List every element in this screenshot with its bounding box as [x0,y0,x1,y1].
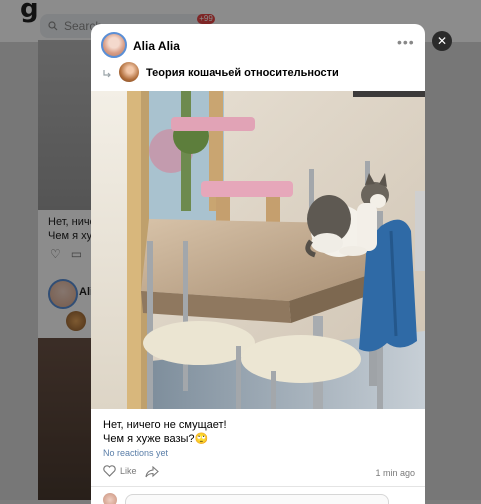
comment-row [91,490,425,504]
post-text-line2: Чем я хуже вазы?🙄 [103,433,209,445]
repost-row: Теория кошачьей относительности [91,62,425,90]
repost-icon [102,67,113,81]
post-actions: Like 1 min ago [103,465,415,481]
share-button[interactable] [145,465,159,483]
like-label: Like [120,466,137,476]
group-avatar[interactable] [119,62,139,82]
share-icon [145,465,159,478]
close-icon: ✕ [436,34,448,48]
post-modal: Alia Alia ••• Теория кошачьей относитель… [91,24,425,504]
like-button[interactable]: Like [103,465,137,477]
post-text-line1: Нет, ничего не смущает! [103,419,227,431]
divider [91,486,425,487]
reactions-summary[interactable]: No reactions yet [103,448,168,458]
more-icon[interactable]: ••• [397,34,415,50]
close-button[interactable]: ✕ [432,31,452,51]
heart-icon [103,465,116,477]
post-timestamp: 1 min ago [375,468,415,478]
avatar[interactable] [101,32,127,58]
cat-on-table-photo [91,91,425,409]
comment-input[interactable] [125,494,389,504]
post-text: Нет, ничего не смущает! Чем я хуже вазы?… [103,418,227,446]
post-photo[interactable] [91,91,425,409]
avatar [103,493,117,504]
repost-source-name[interactable]: Теория кошачьей относительности [146,67,339,79]
author-name[interactable]: Alia Alia [133,39,180,53]
